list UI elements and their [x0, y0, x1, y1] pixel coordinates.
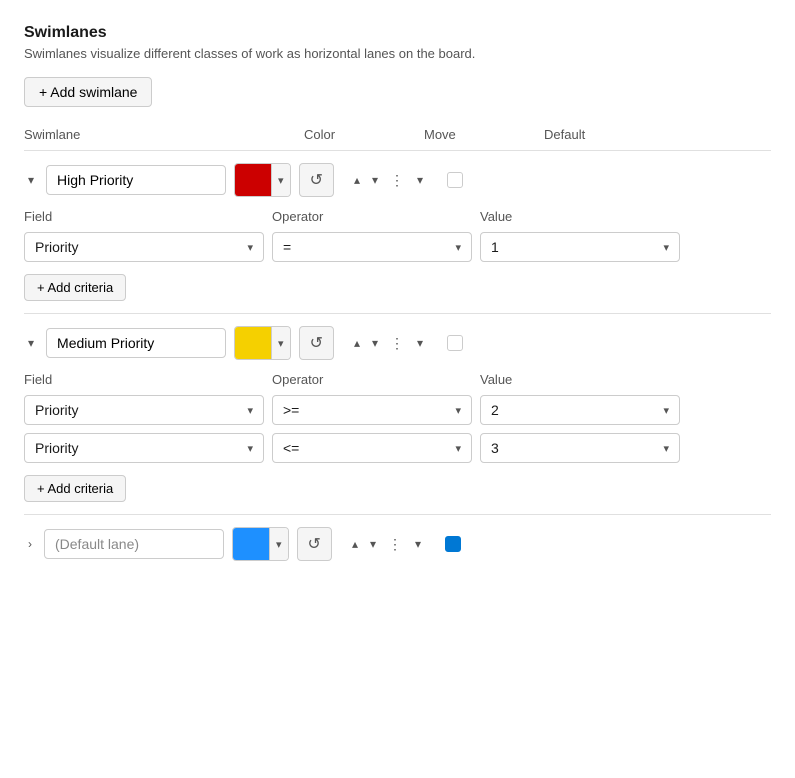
col-color: Color: [304, 127, 424, 142]
field-select-2-2[interactable]: Priority ▾: [24, 433, 264, 463]
default-checkbox-default-lane[interactable]: [445, 536, 461, 552]
field-label-2: Field: [24, 372, 264, 387]
refresh-button-high-priority[interactable]: ↺: [299, 163, 334, 197]
operator-label-1: Operator: [272, 209, 472, 224]
page-subtitle: Swimlanes visualize different classes of…: [24, 46, 771, 61]
criteria-row-2-1: Priority ▾ >= ▾ 2 ▾: [24, 395, 771, 425]
swimlane-row-high-priority: ▾ ▾ ↺ ▴ ▾ ⋮ ▾: [24, 163, 771, 197]
field-select-arrow-1-1: ▾: [247, 241, 253, 254]
criteria-row-2-2: Priority ▾ <= ▾ 3 ▾: [24, 433, 771, 463]
swimlane-row-medium-priority: ▾ ▾ ↺ ▴ ▾ ⋮ ▾: [24, 326, 771, 360]
criteria-section-medium-priority: Field Operator Value Priority ▾ >= ▾ 2 ▾…: [24, 372, 771, 502]
move-up-button-high-priority[interactable]: ▴: [350, 169, 364, 191]
criteria-section-high-priority: Field Operator Value Priority ▾ = ▾ 1 ▾ …: [24, 209, 771, 301]
operator-select-2-1[interactable]: >= ▾: [272, 395, 472, 425]
value-label-1: Value: [480, 209, 680, 224]
more-button-medium-priority[interactable]: ⋮: [386, 331, 409, 356]
expand-collapse-button-high-priority[interactable]: ▾: [24, 169, 38, 191]
field-select-label-1-1: Priority: [35, 239, 79, 255]
swimlane-medium-priority: ▾ ▾ ↺ ▴ ▾ ⋮ ▾ Field Operator Value Prior…: [24, 314, 771, 515]
value-select-label-1-1: 1: [491, 239, 499, 255]
field-select-label-2-1: Priority: [35, 402, 79, 418]
color-picker-high-priority: ▾: [234, 163, 291, 197]
more-button-default-lane[interactable]: ⋮: [384, 532, 407, 557]
col-swimlane: Swimlane: [24, 127, 304, 142]
color-picker-default-lane: ▾: [232, 527, 289, 561]
field-select-arrow-2-2: ▾: [247, 442, 253, 455]
value-select-arrow-1-1: ▾: [663, 241, 669, 254]
more-button-high-priority[interactable]: ⋮: [386, 168, 409, 193]
move-down-button-medium-priority[interactable]: ▾: [368, 332, 382, 354]
default-checkbox-medium-priority[interactable]: [447, 335, 463, 351]
add-criteria-button-high-priority[interactable]: + Add criteria: [24, 274, 126, 301]
column-headers: Swimlane Color Move Default: [24, 127, 771, 151]
page-title: Swimlanes: [24, 24, 771, 42]
value-select-arrow-2-2: ▾: [663, 442, 669, 455]
swimlane-high-priority: ▾ ▾ ↺ ▴ ▾ ⋮ ▾ Field Operator Value Prior…: [24, 151, 771, 314]
move-up-button-medium-priority[interactable]: ▴: [350, 332, 364, 354]
swimlane-default-lane: › ▾ ↺ ▴ ▾ ⋮ ▾: [24, 515, 771, 585]
move-up-button-default-lane[interactable]: ▴: [348, 533, 362, 555]
refresh-button-medium-priority[interactable]: ↺: [299, 326, 334, 360]
field-select-arrow-2-1: ▾: [247, 404, 253, 417]
operator-select-label-2-2: <=: [283, 440, 299, 456]
operator-select-2-2[interactable]: <= ▾: [272, 433, 472, 463]
swimlane-name-input-medium-priority[interactable]: [46, 328, 226, 358]
value-select-2-1[interactable]: 2 ▾: [480, 395, 680, 425]
operator-label-2: Operator: [272, 372, 472, 387]
operator-select-arrow-1-1: ▾: [455, 241, 461, 254]
color-dropdown-button-medium-priority[interactable]: ▾: [271, 327, 290, 359]
color-picker-medium-priority: ▾: [234, 326, 291, 360]
refresh-button-default-lane[interactable]: ↺: [297, 527, 332, 561]
swimlane-row-default-lane: › ▾ ↺ ▴ ▾ ⋮ ▾: [24, 527, 771, 561]
operator-select-label-1-1: =: [283, 239, 291, 255]
criteria-row-1-1: Priority ▾ = ▾ 1 ▾: [24, 232, 771, 262]
field-select-2-1[interactable]: Priority ▾: [24, 395, 264, 425]
col-default: Default: [544, 127, 624, 142]
value-select-2-2[interactable]: 3 ▾: [480, 433, 680, 463]
color-swatch-medium-priority[interactable]: [235, 327, 271, 359]
operator-select-arrow-2-2: ▾: [455, 442, 461, 455]
criteria-headers-medium-priority: Field Operator Value: [24, 372, 771, 387]
move-controls-medium-priority: ▴ ▾ ⋮ ▾: [350, 331, 427, 356]
value-select-arrow-2-1: ▾: [663, 404, 669, 417]
add-swimlane-button[interactable]: + Add swimlane: [24, 77, 152, 107]
expand-button-medium-priority[interactable]: ▾: [413, 332, 427, 354]
add-criteria-button-medium-priority[interactable]: + Add criteria: [24, 475, 126, 502]
move-controls-high-priority: ▴ ▾ ⋮ ▾: [350, 168, 427, 193]
operator-select-arrow-2-1: ▾: [455, 404, 461, 417]
value-label-2: Value: [480, 372, 680, 387]
color-swatch-high-priority[interactable]: [235, 164, 271, 196]
move-down-button-high-priority[interactable]: ▾: [368, 169, 382, 191]
field-select-1-1[interactable]: Priority ▾: [24, 232, 264, 262]
color-dropdown-button-high-priority[interactable]: ▾: [271, 164, 290, 196]
color-swatch-default-lane[interactable]: [233, 528, 269, 560]
expand-collapse-button-default-lane[interactable]: ›: [24, 533, 36, 555]
expand-collapse-button-medium-priority[interactable]: ▾: [24, 332, 38, 354]
operator-select-1-1[interactable]: = ▾: [272, 232, 472, 262]
value-select-label-2-1: 2: [491, 402, 499, 418]
field-label-1: Field: [24, 209, 264, 224]
default-checkbox-high-priority[interactable]: [447, 172, 463, 188]
swimlane-name-input-high-priority[interactable]: [46, 165, 226, 195]
expand-button-high-priority[interactable]: ▾: [413, 169, 427, 191]
col-move: Move: [424, 127, 544, 142]
move-controls-default-lane: ▴ ▾ ⋮ ▾: [348, 532, 425, 557]
field-select-label-2-2: Priority: [35, 440, 79, 456]
value-select-label-2-2: 3: [491, 440, 499, 456]
criteria-headers-high-priority: Field Operator Value: [24, 209, 771, 224]
color-dropdown-button-default-lane[interactable]: ▾: [269, 528, 288, 560]
value-select-1-1[interactable]: 1 ▾: [480, 232, 680, 262]
move-down-button-default-lane[interactable]: ▾: [366, 533, 380, 555]
swimlane-name-input-default-lane[interactable]: [44, 529, 224, 559]
expand-button-default-lane[interactable]: ▾: [411, 533, 425, 555]
operator-select-label-2-1: >=: [283, 402, 299, 418]
